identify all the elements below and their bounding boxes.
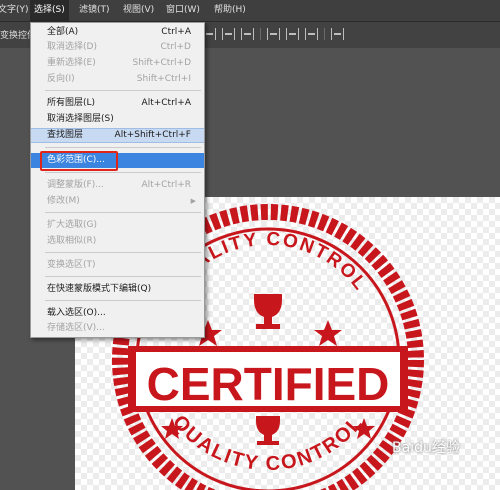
menu-item-label: 修改(M) <box>47 196 80 206</box>
menu-item-similar[interactable]: 选取相似(R) <box>31 234 204 249</box>
menu-separator <box>45 212 201 213</box>
stamp-main-text: CERTIFIED <box>147 358 390 410</box>
menu-item-reselect[interactable]: 重新选择(E) Shift+Ctrl+D <box>31 56 204 71</box>
menu-item-shortcut: Ctrl+D <box>160 42 192 52</box>
menu-item-label: 反向(I) <box>47 74 75 84</box>
menu-item-label: 取消选择图层(S) <box>47 114 114 124</box>
menu-item-label: 变换选区(T) <box>47 260 96 270</box>
menu-separator <box>45 300 201 301</box>
menu-item-label: 全部(A) <box>47 27 79 37</box>
submenu-arrow-icon: ▶ <box>190 197 196 205</box>
menu-item-deselect-layers[interactable]: 取消选择图层(S) <box>31 112 204 127</box>
align-center-icon[interactable] <box>286 28 299 40</box>
menu-item-label: 查找图层 <box>47 130 84 140</box>
trophy-icon <box>256 416 280 445</box>
toolbar-divider <box>324 28 325 40</box>
menu-help[interactable]: 帮助(H) <box>210 0 250 21</box>
menu-item-shortcut: Shift+Ctrl+D <box>132 58 191 68</box>
menu-item-deselect[interactable]: 取消选择(D) Ctrl+D <box>31 40 204 55</box>
menu-item-label: 选取相似(R) <box>47 236 97 246</box>
menu-select[interactable]: 选择(S) <box>30 0 69 21</box>
menu-separator <box>45 276 201 277</box>
menu-view[interactable]: 视图(V) <box>119 0 158 21</box>
align-left-icon[interactable] <box>267 28 280 40</box>
menu-item-label: 扩大选取(G) <box>47 220 97 230</box>
menu-separator <box>45 252 201 253</box>
menu-item-label: 载入选区(O)... <box>47 308 106 318</box>
menu-item-shortcut: Alt+Ctrl+A <box>141 98 191 108</box>
menu-type[interactable]: 文字(Y) <box>0 0 33 21</box>
menu-item-transform-selection[interactable]: 变换选区(T) <box>31 258 204 273</box>
watermark: Baidu经验 <box>392 440 460 456</box>
align-bottom-icon[interactable] <box>241 28 254 40</box>
highlight-annotation-box <box>40 151 118 171</box>
menu-item-label: 所有图层(L) <box>47 98 96 108</box>
menu-bar: 文字(Y) 选择(S) 滤镜(T) 视图(V) 窗口(W) 帮助(H) <box>0 0 500 22</box>
align-toolbar <box>203 28 344 42</box>
menu-item-modify[interactable]: 修改(M) ▶ <box>31 194 204 209</box>
trophy-icon <box>254 294 282 329</box>
menu-item-save-selection[interactable]: 存储选区(V)... <box>31 321 204 336</box>
toolbar-divider <box>260 28 261 40</box>
menu-item-quick-mask[interactable]: 在快速蒙版模式下编辑(Q) <box>31 282 204 297</box>
menu-separator <box>45 172 201 173</box>
select-menu-dropdown: 全部(A) Ctrl+A 取消选择(D) Ctrl+D 重新选择(E) Shif… <box>30 22 205 338</box>
menu-item-label: 调整蒙版(F)... <box>47 180 104 190</box>
menu-item-inverse[interactable]: 反向(I) Shift+Ctrl+I <box>31 72 204 87</box>
menu-item-shortcut: Alt+Shift+Ctrl+F <box>114 130 191 140</box>
menu-filter[interactable]: 滤镜(T) <box>75 0 114 21</box>
menu-item-shortcut: Shift+Ctrl+I <box>136 74 191 84</box>
align-right-icon[interactable] <box>305 28 318 40</box>
menu-item-all[interactable]: 全部(A) Ctrl+A <box>31 25 204 40</box>
menu-item-load-selection[interactable]: 载入选区(O)... <box>31 306 204 321</box>
menu-item-find-layers[interactable]: 查找图层 Alt+Shift+Ctrl+F <box>31 128 204 143</box>
menu-window[interactable]: 窗口(W) <box>162 0 204 21</box>
menu-item-grow[interactable]: 扩大选取(G) <box>31 218 204 233</box>
menu-item-refine-mask[interactable]: 调整蒙版(F)... Alt+Ctrl+R <box>31 178 204 193</box>
star-icon <box>314 320 342 346</box>
menu-separator <box>45 147 201 148</box>
menu-item-label: 取消选择(D) <box>47 42 97 52</box>
align-middle-icon[interactable] <box>222 28 235 40</box>
menu-item-shortcut: Alt+Ctrl+R <box>141 180 191 190</box>
menu-item-label: 重新选择(E) <box>47 58 96 68</box>
menu-item-all-layers[interactable]: 所有图层(L) Alt+Ctrl+A <box>31 96 204 111</box>
menu-item-label: 存储选区(V)... <box>47 323 105 333</box>
menu-item-label: 在快速蒙版模式下编辑(Q) <box>47 284 152 294</box>
menu-separator <box>45 90 201 91</box>
distribute-icon[interactable] <box>331 28 344 40</box>
menu-item-shortcut: Ctrl+A <box>161 27 191 37</box>
